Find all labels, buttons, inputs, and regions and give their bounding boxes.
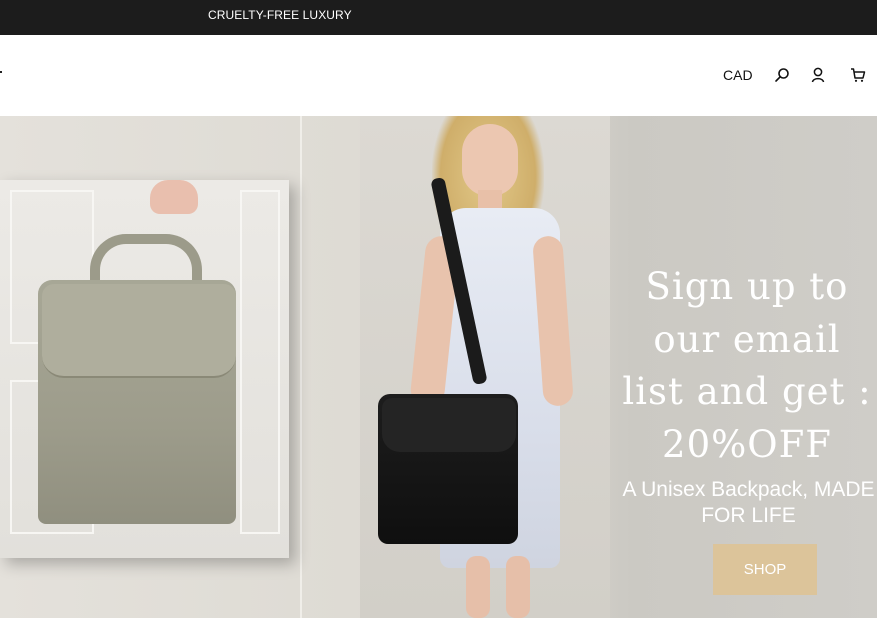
- site-header: CAD: [0, 35, 877, 117]
- hand-image: [150, 180, 198, 214]
- menu-icon[interactable]: [0, 71, 2, 73]
- promo-panel: Sign up to our email list and get : 20%O…: [620, 116, 877, 618]
- account-icon[interactable]: [810, 67, 826, 83]
- search-icon[interactable]: [774, 67, 790, 83]
- model-leg: [506, 556, 530, 618]
- wall-panel-line: [300, 116, 302, 618]
- announcement-bar: CRUELTY-FREE LUXURY: [0, 0, 877, 35]
- photo-wall-panel: [240, 190, 280, 534]
- black-backpack-flap: [382, 398, 516, 452]
- model-leg: [466, 556, 490, 618]
- cart-icon[interactable]: [850, 67, 866, 83]
- shop-button[interactable]: SHOP: [713, 544, 817, 595]
- khaki-backpack-flap: [42, 284, 236, 378]
- announcement-text: CRUELTY-FREE LUXURY: [208, 8, 352, 22]
- promo-title: Sign up to our email list and get : 20%O…: [622, 265, 872, 466]
- promo-subtitle: A Unisex Backpack, MADE FOR LIFE: [622, 478, 875, 527]
- model-face: [462, 124, 518, 196]
- currency-selector[interactable]: CAD: [723, 67, 753, 83]
